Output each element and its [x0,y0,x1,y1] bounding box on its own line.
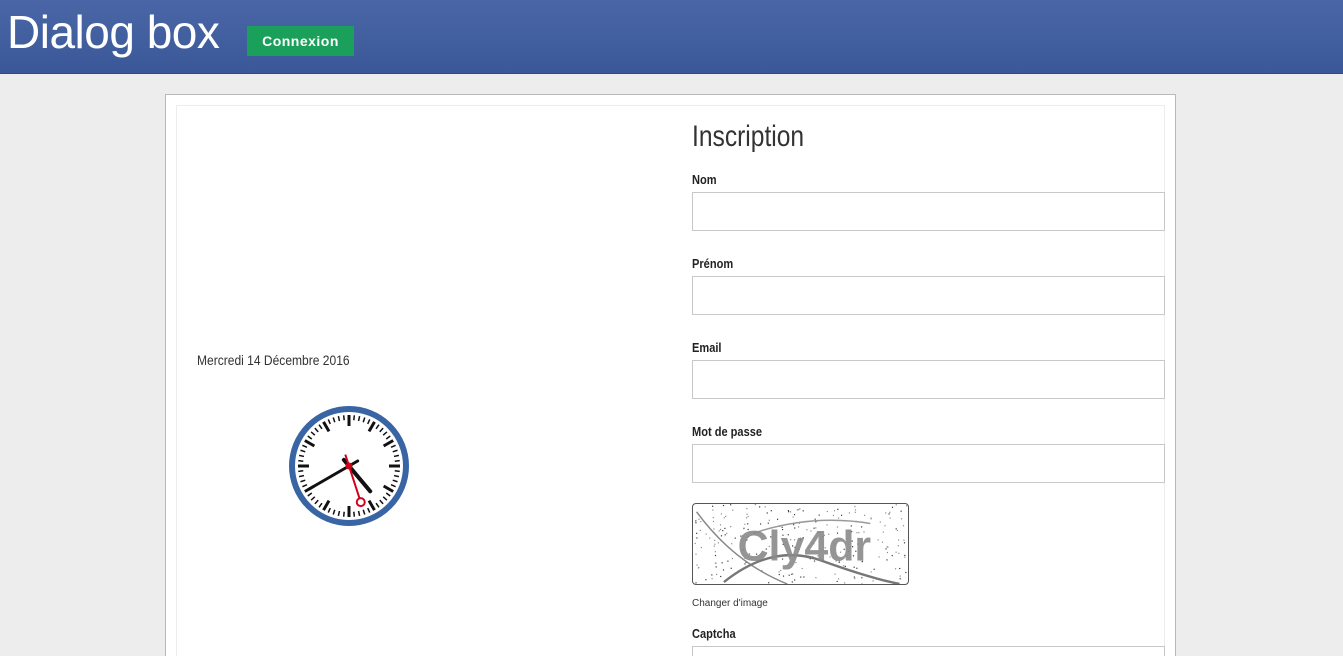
clock-tick [393,454,400,458]
captcha-input[interactable] [692,646,1165,656]
change-captcha-link[interactable]: Changer d'image [692,598,768,609]
captcha-text: Cly4dr [738,523,872,571]
prenom-input[interactable] [692,276,1165,315]
clock-tick [353,511,356,517]
field-label-email: Email [692,340,722,355]
clock-tick [298,459,304,462]
card-content: Mercredi 14 Décembre 2016 Inscription No… [176,105,1165,656]
clock-tick [353,415,356,421]
password-input[interactable] [692,444,1165,483]
clock-second-tip [355,497,366,508]
login-button[interactable]: Connexion [247,26,354,56]
clock-tick [394,459,400,462]
clock-tick [394,470,400,473]
clock-tick [342,415,345,421]
clock-tick [337,415,341,422]
clock-center [345,462,353,470]
clock-tick [393,474,400,478]
field-label-nom: Nom [692,172,717,187]
field-label-captcha: Captcha [692,626,736,641]
top-bar: Dialog box Connexion [0,0,1343,74]
analog-clock-icon [289,406,409,526]
current-date: Mercredi 14 Décembre 2016 [197,352,350,368]
nom-input[interactable] [692,192,1165,231]
clock-tick [298,474,305,478]
clock-tick [298,470,304,473]
clock-tick [298,454,305,458]
clock-tick [337,510,341,517]
form-title: Inscription [692,120,805,153]
field-label-prenom: Prénom [692,256,734,271]
field-label-password: Mot de passe [692,424,763,439]
clock-tick [342,511,345,517]
clock-tick [357,510,361,517]
email-input[interactable] [692,360,1165,399]
app-title: Dialog box [7,6,220,58]
main-card: Mercredi 14 Décembre 2016 Inscription No… [165,94,1176,656]
clock-tick [357,415,361,422]
captcha-image: Cly4dr [692,503,909,585]
